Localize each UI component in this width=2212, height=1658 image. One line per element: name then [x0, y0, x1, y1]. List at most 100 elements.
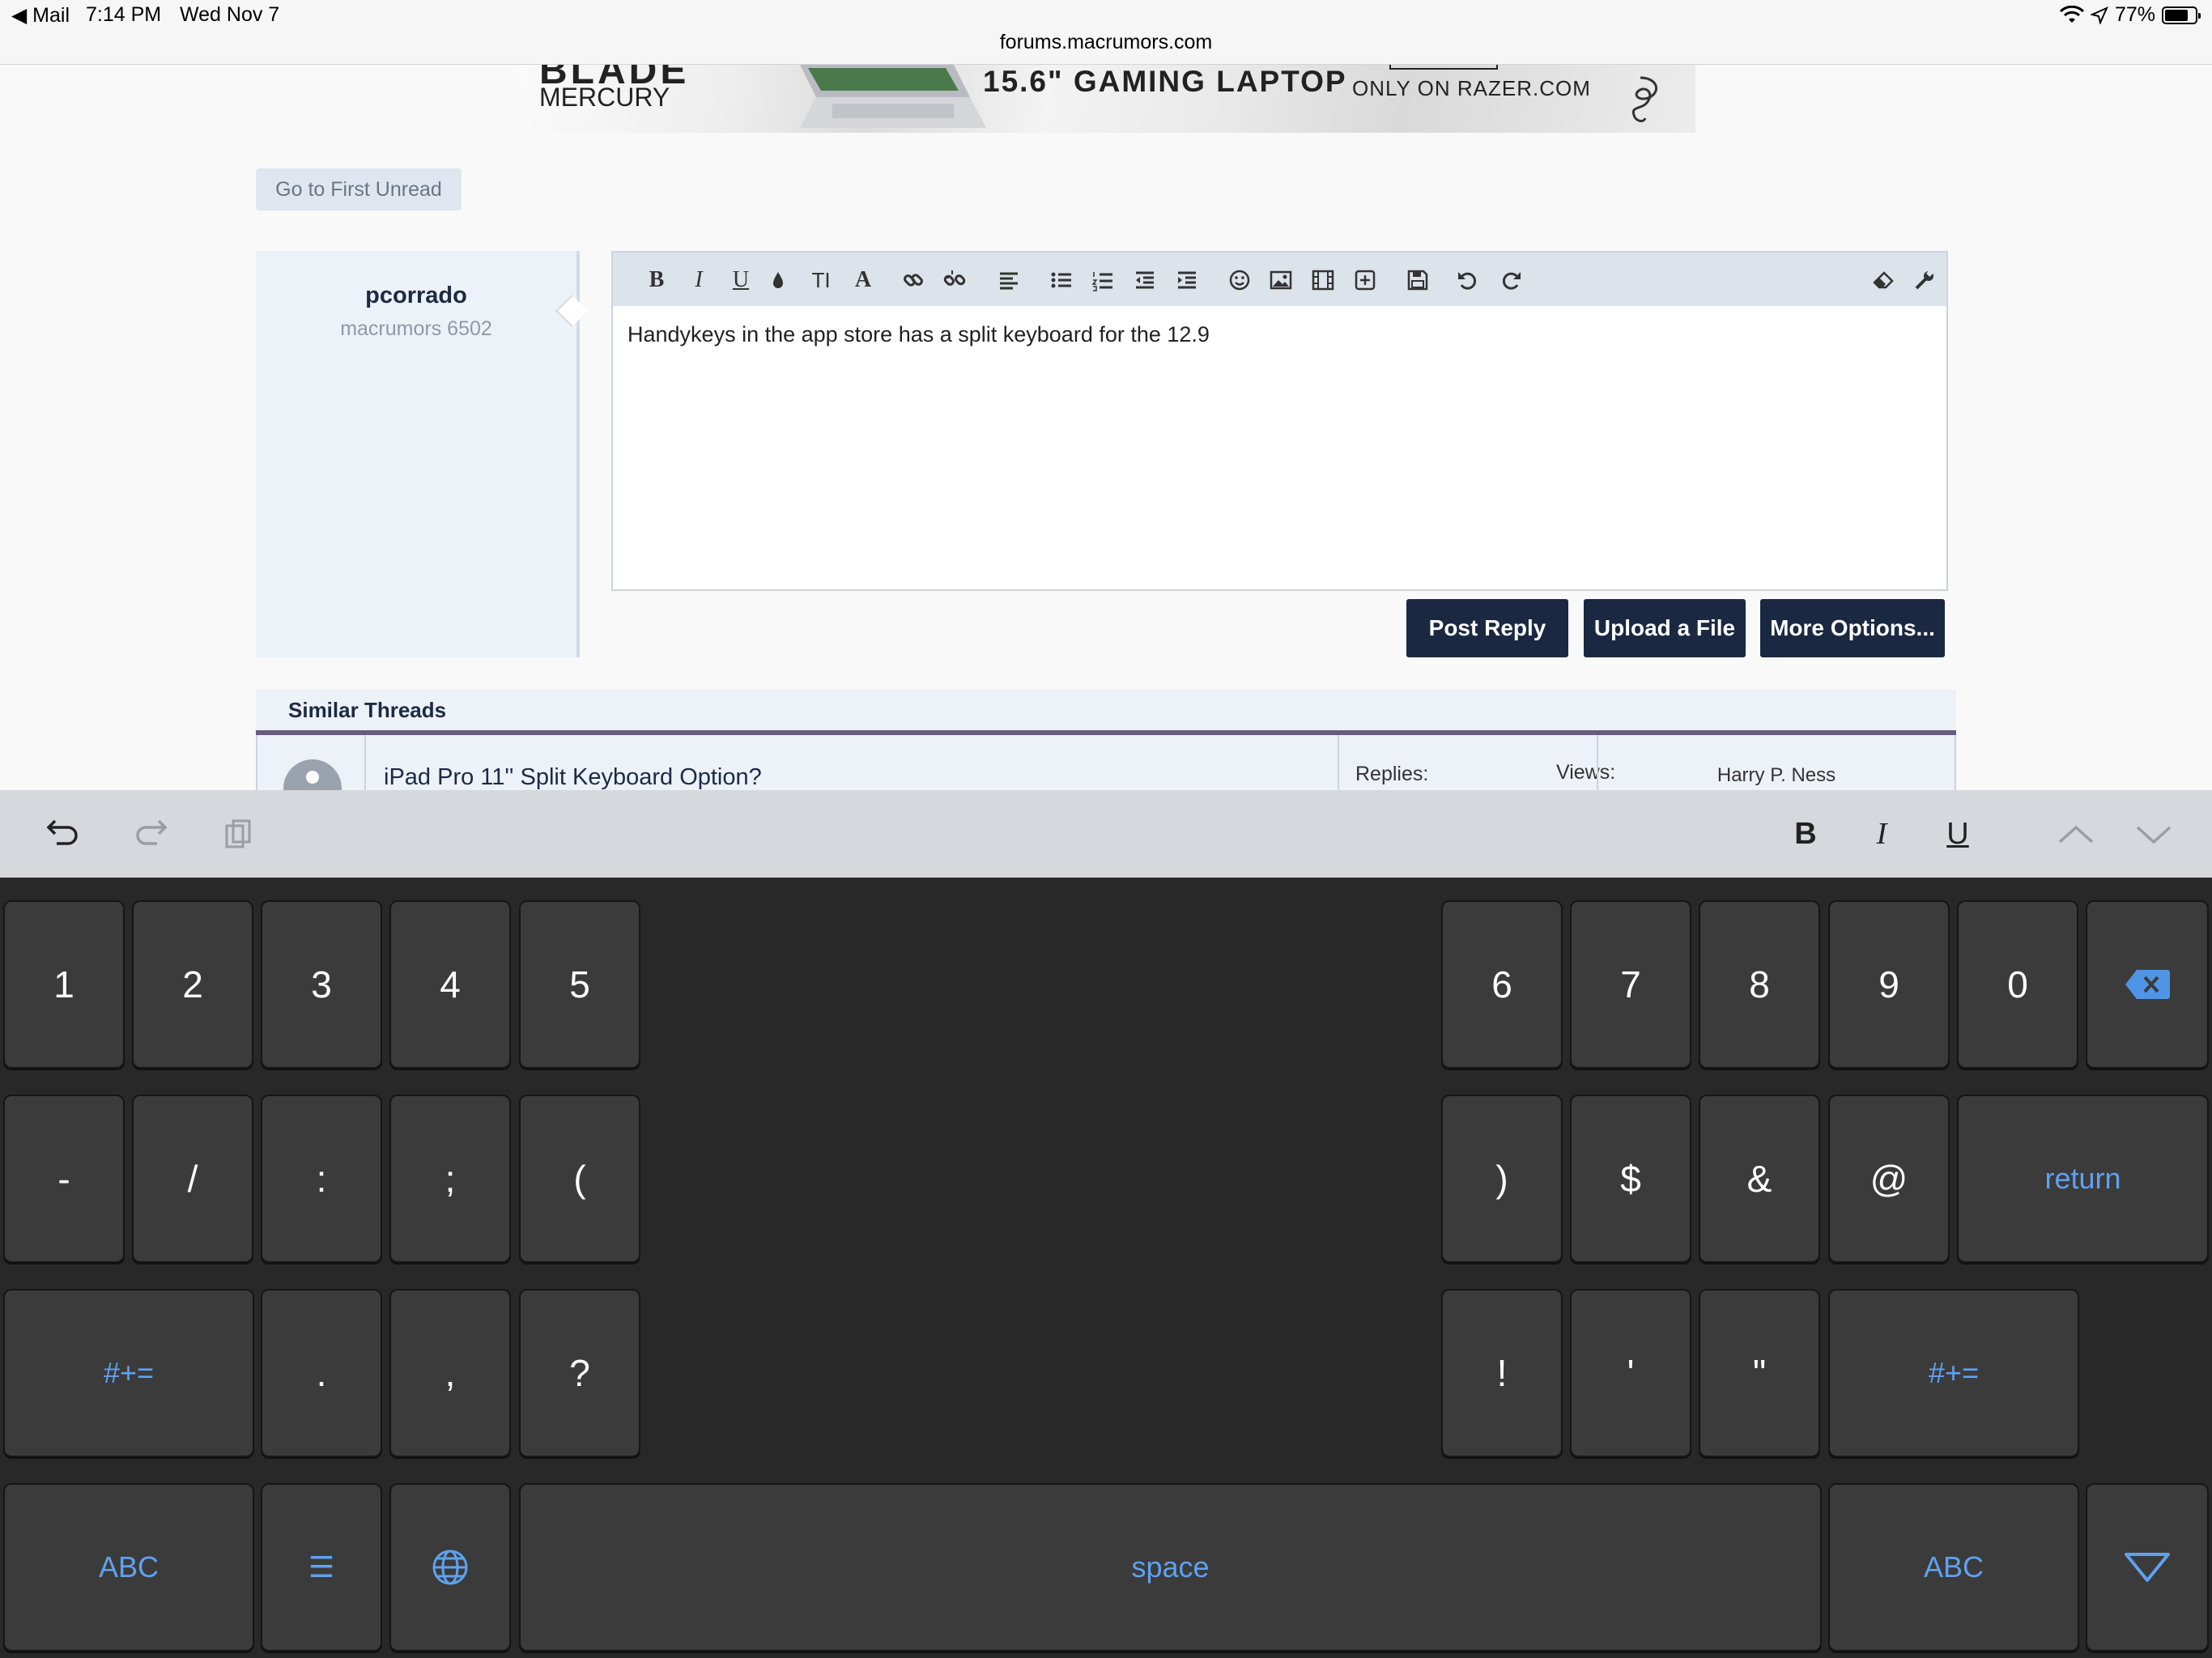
- return-key[interactable]: return: [1957, 1095, 2209, 1263]
- battery-percent: 77%: [2114, 3, 2155, 26]
- underline-format-button[interactable]: U: [1935, 811, 1980, 857]
- delete-key[interactable]: [2086, 900, 2209, 1069]
- wifi-icon: [2059, 5, 2084, 23]
- key-ampersand[interactable]: &: [1699, 1095, 1820, 1263]
- similar-threads-title: Similar Threads: [288, 698, 447, 722]
- key-comma[interactable]: ,: [389, 1289, 511, 1457]
- key-question[interactable]: ?: [519, 1289, 640, 1457]
- thread-title-link[interactable]: iPad Pro 11'' Split Keyboard Option?: [384, 764, 762, 791]
- editor-text[interactable]: Handykeys in the app store has a split k…: [627, 322, 1210, 347]
- key-at[interactable]: @: [1828, 1095, 1950, 1263]
- chevron-down-icon[interactable]: [2131, 811, 2176, 857]
- ad-banner[interactable]: BLADE MERCURY 15.6" GAMING LAPTOP ONLY O…: [517, 65, 1695, 133]
- indent-icon[interactable]: [1173, 267, 1201, 293]
- save-draft-icon[interactable]: [1404, 267, 1431, 293]
- insert-icon[interactable]: [1351, 267, 1379, 293]
- space-key[interactable]: space: [519, 1483, 1822, 1652]
- abc-key[interactable]: ABC: [3, 1483, 254, 1652]
- last-poster-link[interactable]: Harry P. Ness: [1598, 764, 1955, 787]
- url-bar[interactable]: forums.macrumors.com: [0, 31, 2212, 54]
- key-8[interactable]: 8: [1699, 900, 1820, 1069]
- keyboard-shortcut-bar: B I U: [0, 790, 2212, 878]
- key-close-paren[interactable]: ): [1441, 1095, 1563, 1263]
- upload-file-button[interactable]: Upload a File: [1584, 599, 1746, 657]
- key-0[interactable]: 0: [1957, 900, 2078, 1069]
- undo-icon[interactable]: [40, 811, 86, 857]
- redo-icon[interactable]: [128, 811, 173, 857]
- handwriting-key[interactable]: ☰: [261, 1483, 382, 1652]
- key-colon[interactable]: :: [261, 1095, 382, 1263]
- symbols-key-right[interactable]: #+=: [1828, 1289, 2079, 1457]
- chevron-up-icon[interactable]: [2053, 811, 2099, 857]
- key-9[interactable]: 9: [1828, 900, 1950, 1069]
- smilie-icon[interactable]: [1226, 267, 1253, 293]
- battery-icon: [2162, 6, 2201, 24]
- redo-icon[interactable]: [1497, 267, 1525, 293]
- ad-brand: MERCURY: [539, 83, 670, 112]
- key-slash[interactable]: /: [132, 1095, 253, 1263]
- similar-threads-header: Similar Threads: [256, 690, 1956, 735]
- bold-format-button[interactable]: B: [1783, 811, 1828, 857]
- number-list-icon[interactable]: [1089, 267, 1117, 293]
- key-apostrophe[interactable]: ': [1570, 1289, 1691, 1457]
- key-6[interactable]: 6: [1441, 900, 1563, 1069]
- undo-icon[interactable]: [1454, 267, 1482, 293]
- delete-icon: [2125, 970, 2170, 999]
- italic-icon[interactable]: I: [685, 267, 713, 293]
- image-icon[interactable]: [1267, 267, 1295, 293]
- ad-cta-box: [1389, 65, 1498, 70]
- divider: [364, 735, 366, 792]
- link-icon[interactable]: [900, 267, 927, 293]
- key-5[interactable]: 5: [519, 900, 640, 1069]
- avatar[interactable]: [283, 759, 342, 792]
- user-title: macrumors 6502: [340, 317, 492, 340]
- abc-key-right[interactable]: ABC: [1828, 1483, 2079, 1652]
- underline-icon[interactable]: U: [727, 267, 755, 293]
- symbols-key[interactable]: #+=: [3, 1289, 254, 1457]
- thread-row[interactable]: iPad Pro 11'' Split Keyboard Option? Rep…: [256, 735, 1956, 792]
- ad-cta: ONLY ON RAZER.COM: [1352, 76, 1591, 100]
- settings-icon[interactable]: [1911, 267, 1938, 293]
- replies-label: Replies:: [1355, 763, 1429, 785]
- divider: [1338, 735, 1339, 792]
- status-date: Wed Nov 7: [180, 3, 280, 26]
- key-open-paren[interactable]: (: [519, 1095, 640, 1263]
- font-icon[interactable]: A: [849, 267, 877, 293]
- unlink-icon[interactable]: [941, 267, 968, 293]
- key-quote[interactable]: ": [1699, 1289, 1820, 1457]
- status-time: 7:14 PM: [86, 3, 162, 26]
- globe-key[interactable]: [389, 1483, 511, 1652]
- go-to-first-unread-button[interactable]: Go to First Unread: [256, 168, 462, 210]
- key-1[interactable]: 1: [3, 900, 125, 1069]
- italic-format-button[interactable]: I: [1859, 811, 1904, 857]
- ad-headline: 15.6" GAMING LAPTOP: [983, 65, 1347, 98]
- bullet-list-icon[interactable]: [1048, 267, 1075, 293]
- paste-icon[interactable]: [215, 811, 261, 857]
- key-3[interactable]: 3: [261, 900, 382, 1069]
- remove-format-icon[interactable]: [1870, 267, 1897, 293]
- reply-editor[interactable]: B I U TI A Handykeys in the app store ha…: [611, 251, 1948, 591]
- username-link[interactable]: pcorrado: [256, 283, 576, 309]
- media-icon[interactable]: [1309, 267, 1337, 293]
- dismiss-keyboard-key[interactable]: [2086, 1483, 2209, 1652]
- more-options-button[interactable]: More Options...: [1760, 599, 1945, 657]
- color-icon[interactable]: [764, 267, 792, 293]
- globe-icon: [432, 1550, 468, 1585]
- key-4[interactable]: 4: [389, 900, 511, 1069]
- key-dollar[interactable]: $: [1570, 1095, 1691, 1263]
- text-size-icon[interactable]: TI: [807, 267, 835, 293]
- dismiss-keyboard-icon: [2125, 1553, 2170, 1582]
- editor-toolbar: B I U TI A: [613, 253, 1946, 306]
- back-to-mail-link[interactable]: ◀ Mail: [11, 3, 70, 28]
- key-2[interactable]: 2: [132, 900, 253, 1069]
- key-semicolon[interactable]: ;: [389, 1095, 511, 1263]
- bold-icon[interactable]: B: [643, 267, 670, 293]
- key-7[interactable]: 7: [1570, 900, 1691, 1069]
- key-exclamation[interactable]: !: [1441, 1289, 1563, 1457]
- key-period[interactable]: .: [261, 1289, 382, 1457]
- post-reply-button[interactable]: Post Reply: [1406, 599, 1568, 657]
- outdent-icon[interactable]: [1131, 267, 1159, 293]
- laptop-image: [800, 65, 986, 128]
- key-hyphen[interactable]: -: [3, 1095, 125, 1263]
- align-icon[interactable]: [995, 267, 1023, 293]
